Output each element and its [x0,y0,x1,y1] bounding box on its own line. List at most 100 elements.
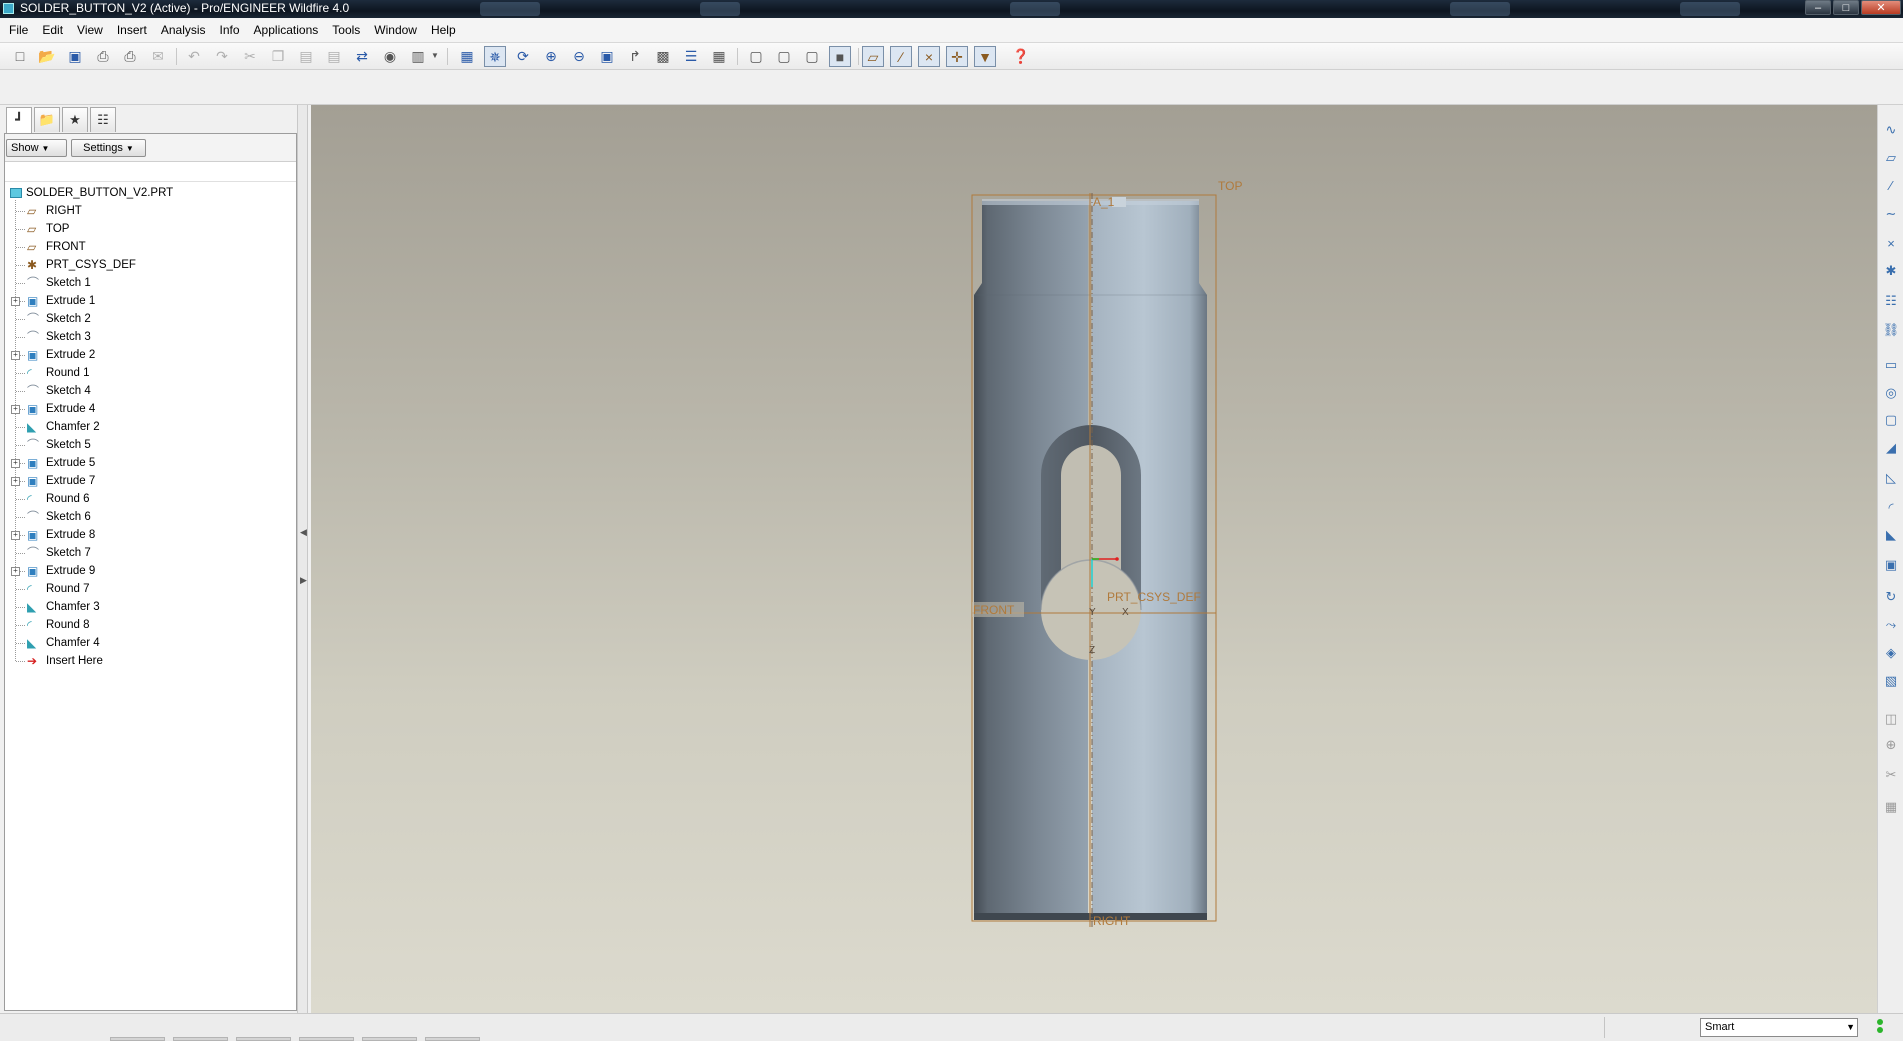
spin-center-icon[interactable]: ✵ [484,46,506,67]
saved-views-icon[interactable]: ▩ [652,46,674,67]
shading-icon[interactable]: ■ [829,46,851,67]
csys-tool-icon[interactable]: ✱ [1881,261,1901,281]
expand-icon[interactable]: + [11,477,20,486]
menu-help[interactable]: Help [424,19,463,42]
expand-icon[interactable]: + [11,405,20,414]
paste-special-icon[interactable]: ▤ [323,46,345,67]
tree-item-extrude-8[interactable]: + ▣ Extrude 8 [5,526,295,544]
connections-tab[interactable]: ☷ [90,107,116,132]
csys-icon[interactable]: ✛ [946,46,968,67]
menu-view[interactable]: View [70,19,110,42]
panel-splitter[interactable]: ◀ ▶ [297,105,308,1013]
datum-plane-tool-icon[interactable]: ▱ [1881,148,1901,168]
menu-edit[interactable]: Edit [35,19,70,42]
cut-icon[interactable]: ✂ [239,46,261,67]
shell-tool-icon[interactable]: ▢ [1881,410,1901,430]
view-manager-icon[interactable]: ▦ [708,46,730,67]
sweep-tool-icon[interactable]: ⤳ [1881,615,1901,635]
hidden-line-icon[interactable]: ▢ [773,46,795,67]
model-viewport[interactable]: TOP A_1 RIGHT FRONT PRT_CSYS_DEF X Y Z [311,105,1877,1013]
feature-interface-icon[interactable]: ▭ [1881,355,1901,375]
folder-browser-tab[interactable]: 📁 [34,107,60,132]
reorient-icon[interactable]: ↱ [624,46,646,67]
save-icon[interactable]: ▣ [64,46,86,67]
tree-item-insert-here[interactable]: ➔ Insert Here [5,652,295,670]
tree-item-chamfer-2[interactable]: ◣ Chamfer 2 [5,418,295,436]
menu-window[interactable]: Window [367,19,424,42]
datum-planes-icon[interactable]: ▱ [862,46,884,67]
revolve-tool-icon[interactable]: ↻ [1881,587,1901,607]
selection-filter-dropdown[interactable]: Smart ▼ [1700,1018,1858,1037]
pattern-tool-icon[interactable]: ▦ [1881,797,1901,817]
tree-item-sketch-2[interactable]: ⌒ Sketch 2 [5,310,295,328]
datum-curve-tool-icon[interactable]: ∼ [1881,204,1901,224]
trim-tool-icon[interactable]: ✂ [1881,765,1901,785]
paste-icon[interactable]: ▤ [295,46,317,67]
menu-info[interactable]: Info [213,19,247,42]
new-icon[interactable]: □ [9,46,31,67]
layers-icon[interactable]: ☰ [680,46,702,67]
close-button[interactable]: ✕ [1861,0,1901,15]
send-mail-icon[interactable]: ✉ [147,46,169,67]
boundary-blend-icon[interactable]: ▧ [1881,671,1901,691]
tree-item-extrude-1[interactable]: + ▣ Extrude 1 [5,292,295,310]
chamfer-tool-icon[interactable]: ◣ [1881,525,1901,545]
tree-item-round-8[interactable]: ◜ Round 8 [5,616,295,634]
menu-applications[interactable]: Applications [247,19,326,42]
tree-item-extrude-7[interactable]: + ▣ Extrude 7 [5,472,295,490]
draft-tool-icon[interactable]: ◺ [1881,468,1901,488]
tree-item-round-6[interactable]: ◜ Round 6 [5,490,295,508]
merge-tool-icon[interactable]: ⊕ [1881,735,1901,755]
analysis-tool-icon[interactable]: ☷ [1881,291,1901,311]
zoom-in-icon[interactable]: ⊕ [540,46,562,67]
select-box-icon[interactable]: ▥ [407,46,429,67]
regenerate-icon[interactable]: ⇄ [351,46,373,67]
undo-icon[interactable]: ↶ [183,46,205,67]
favorites-tab[interactable]: ★ [62,107,88,132]
open-icon[interactable]: 📂 [36,46,58,67]
tree-item-sketch-4[interactable]: ⌒ Sketch 4 [5,382,295,400]
extrude-tool-icon[interactable]: ▣ [1881,555,1901,575]
context-help-icon[interactable]: ❓ [1010,46,1032,67]
tree-item-chamfer-4[interactable]: ◣ Chamfer 4 [5,634,295,652]
menu-file[interactable]: File [2,19,35,42]
round-tool-icon[interactable]: ◜ [1881,498,1901,518]
maximize-button[interactable]: □ [1833,0,1859,15]
tree-item-prt-csys-def[interactable]: ✱ PRT_CSYS_DEF [5,256,295,274]
tree-item-sketch-1[interactable]: ⌒ Sketch 1 [5,274,295,292]
expand-icon[interactable]: + [11,531,20,540]
tree-item-sketch-7[interactable]: ⌒ Sketch 7 [5,544,295,562]
blend-tool-icon[interactable]: ◈ [1881,643,1901,663]
tree-item-round-7[interactable]: ◜ Round 7 [5,580,295,598]
tree-item-sketch-3[interactable]: ⌒ Sketch 3 [5,328,295,346]
datum-axis-tool-icon[interactable]: ∕ [1881,176,1901,196]
publish-geometry-icon[interactable]: ⛓ [1881,320,1901,340]
find-icon[interactable]: ◉ [379,46,401,67]
datum-axes-icon[interactable]: ∕ [890,46,912,67]
tree-item-sketch-5[interactable]: ⌒ Sketch 5 [5,436,295,454]
annotations-icon[interactable]: ▼ [974,46,996,67]
tree-item-chamfer-3[interactable]: ◣ Chamfer 3 [5,598,295,616]
wireframe-icon[interactable]: ▢ [745,46,767,67]
mirror-tool-icon[interactable]: ◫ [1881,709,1901,729]
datum-points-icon[interactable]: × [918,46,940,67]
redo-icon[interactable]: ↷ [211,46,233,67]
expand-right-icon[interactable]: ▶ [300,575,307,586]
tree-item-extrude-5[interactable]: + ▣ Extrude 5 [5,454,295,472]
expand-icon[interactable]: + [11,567,20,576]
tree-item-right[interactable]: ▱ RIGHT [5,202,295,220]
datum-point-tool-icon[interactable]: × [1881,234,1901,254]
tree-item-front[interactable]: ▱ FRONT [5,238,295,256]
tree-item-round-1[interactable]: ◜ Round 1 [5,364,295,382]
orient-mode-icon[interactable]: ⟳ [512,46,534,67]
tree-item-extrude-4[interactable]: + ▣ Extrude 4 [5,400,295,418]
tree-item-sketch-6[interactable]: ⌒ Sketch 6 [5,508,295,526]
expand-icon[interactable]: + [11,459,20,468]
hole-tool-icon[interactable]: ◎ [1881,383,1901,403]
graphics-window[interactable]: TOP A_1 RIGHT FRONT PRT_CSYS_DEF X Y Z [311,105,1877,1013]
minimize-button[interactable]: – [1805,0,1831,15]
no-hidden-icon[interactable]: ▢ [801,46,823,67]
model-tree-tab[interactable]: ┛ [6,107,32,134]
menu-insert[interactable]: Insert [110,19,154,42]
rib-tool-icon[interactable]: ◢ [1881,438,1901,458]
